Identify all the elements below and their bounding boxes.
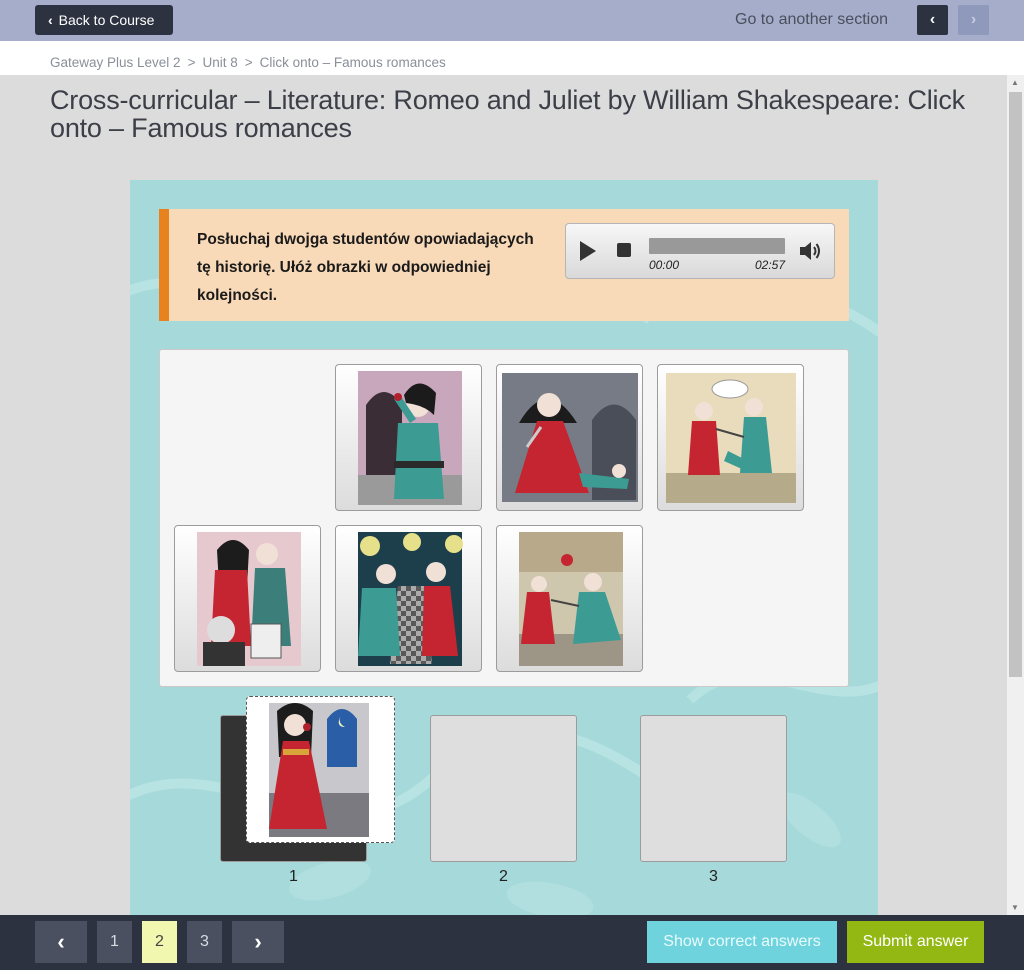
breadcrumb-bar: Gateway Plus Level 2 > Unit 8 > Click on… xyxy=(0,41,1024,75)
audio-player: 00:00 02:57 xyxy=(565,223,835,279)
previous-section-button[interactable]: ‹ xyxy=(917,5,948,35)
activity-panel: Posłuchaj dwojga studentów opowiadającyc… xyxy=(130,180,878,920)
back-to-course-label: Back to Course xyxy=(58,12,155,28)
page-title: Cross-curricular – Literature: Romeo and… xyxy=(50,85,965,143)
page-scrollbar[interactable]: ▲ ▼ xyxy=(1007,75,1024,915)
play-icon[interactable] xyxy=(580,241,596,261)
audio-progress-bar[interactable] xyxy=(649,238,785,254)
instruction-text: Posłuchaj dwojga studentów opowiadającyc… xyxy=(197,231,534,304)
top-bar: ‹ Back to Course Go to another section ‹… xyxy=(0,0,1024,41)
show-correct-answers-button[interactable]: Show correct answers xyxy=(647,921,837,963)
audio-total-time: 02:57 xyxy=(755,258,786,272)
next-page-button[interactable]: › xyxy=(232,921,284,963)
submit-answer-button[interactable]: Submit answer xyxy=(847,921,984,963)
picture-card[interactable] xyxy=(496,525,643,672)
bottom-bar: ‹ 1 2 3 › Show correct answers Submit an… xyxy=(0,915,1024,970)
breadcrumb-course[interactable]: Gateway Plus Level 2 xyxy=(50,55,181,70)
juliet-dagger-image xyxy=(502,373,638,502)
next-section-button[interactable]: › xyxy=(958,5,989,35)
chevron-left-icon: ‹ xyxy=(929,11,936,28)
slot-number-3: 3 xyxy=(709,868,718,885)
chevron-left-icon: ‹ xyxy=(57,929,65,954)
picture-card[interactable] xyxy=(496,364,643,511)
slot-number-1: 1 xyxy=(289,868,298,885)
juliet-balcony-image xyxy=(269,703,369,837)
previous-page-button[interactable]: ‹ xyxy=(35,921,87,963)
slot-number-2: 2 xyxy=(499,868,508,885)
answer-slot-2[interactable] xyxy=(430,715,577,862)
page-button-3[interactable]: 3 xyxy=(187,921,222,963)
picture-card[interactable] xyxy=(335,364,482,511)
chevron-right-icon: › xyxy=(970,11,977,28)
picture-card[interactable] xyxy=(174,525,321,672)
picture-card-pool xyxy=(159,349,849,687)
breadcrumb: Gateway Plus Level 2 > Unit 8 > Click on… xyxy=(50,55,446,70)
wedding-friar-image xyxy=(197,532,301,666)
romeo-drinking-poison-image xyxy=(358,371,462,505)
scrollbar-thumb[interactable] xyxy=(1009,92,1022,677)
picture-card[interactable] xyxy=(657,364,804,511)
chevron-right-icon: › xyxy=(254,929,262,954)
dragged-picture-card[interactable] xyxy=(246,696,395,843)
picture-card[interactable] xyxy=(335,525,482,672)
scroll-up-icon[interactable]: ▲ xyxy=(1011,78,1019,87)
breadcrumb-separator: > xyxy=(187,55,196,70)
volume-icon[interactable] xyxy=(798,240,822,262)
go-to-section-label[interactable]: Go to another section xyxy=(735,11,888,29)
chevron-left-icon: ‹ xyxy=(48,12,53,28)
street-fight-image xyxy=(519,532,623,666)
sword-fight-image xyxy=(666,373,796,503)
breadcrumb-unit[interactable]: Unit 8 xyxy=(202,55,237,70)
breadcrumb-current: Click onto – Famous romances xyxy=(259,55,446,70)
instruction-box: Posłuchaj dwojga studentów opowiadającyc… xyxy=(159,209,849,321)
stop-icon[interactable] xyxy=(617,243,631,257)
audio-current-time: 00:00 xyxy=(649,258,680,272)
ball-meeting-image xyxy=(358,532,463,666)
page-button-2[interactable]: 2 xyxy=(142,921,177,963)
scroll-down-icon[interactable]: ▼ xyxy=(1011,903,1019,912)
breadcrumb-separator: > xyxy=(244,55,253,70)
page-button-1[interactable]: 1 xyxy=(97,921,132,963)
back-to-course-button[interactable]: ‹ Back to Course xyxy=(35,5,173,35)
answer-slot-3[interactable] xyxy=(640,715,787,862)
